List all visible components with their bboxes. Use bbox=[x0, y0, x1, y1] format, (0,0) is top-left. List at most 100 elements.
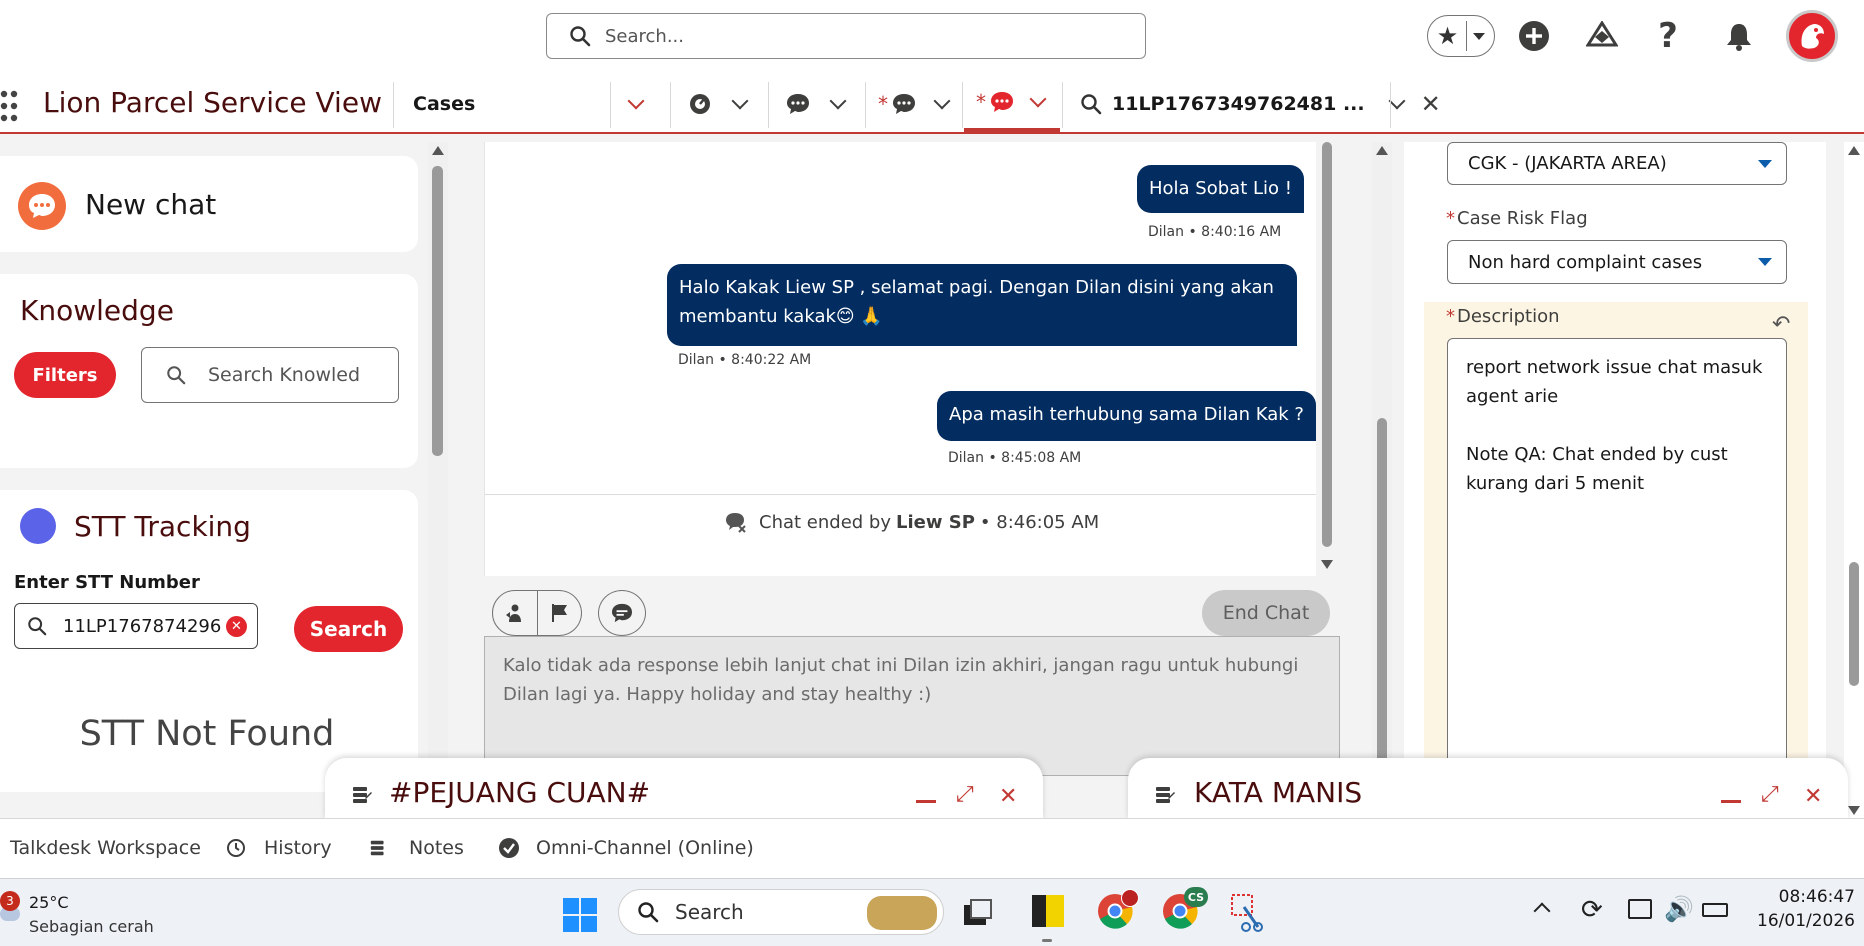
weather-widget[interactable]: 3 25°C Sebagian cerah bbox=[0, 885, 170, 941]
chat-scrollbar[interactable] bbox=[1316, 142, 1338, 576]
stt-tracking-card: STT Tracking Enter STT Number 11LP176787… bbox=[0, 490, 418, 792]
tab-chat-active[interactable]: * bbox=[964, 76, 1060, 132]
clear-input-icon[interactable]: ✕ bbox=[226, 616, 247, 637]
utility-label: Notes bbox=[409, 837, 464, 859]
docked-panel-kata-manis[interactable]: KATA MANIS ⤢ ✕ bbox=[1128, 758, 1848, 820]
knowledge-title: Knowledge bbox=[20, 294, 174, 327]
snipping-tool-app[interactable] bbox=[1230, 893, 1264, 933]
chrome-profile-badge: CS bbox=[1184, 887, 1208, 907]
taskbar-search[interactable]: Search bbox=[618, 889, 944, 935]
tab-cases[interactable]: Cases bbox=[413, 76, 475, 132]
area-select[interactable]: CGK - (JAKARTA AREA) bbox=[1447, 142, 1787, 185]
composer-text: Kalo tidak ada response lebih lanjut cha… bbox=[503, 655, 1299, 705]
app-launcher-icon[interactable] bbox=[0, 90, 18, 122]
docked-panel-title: KATA MANIS bbox=[1194, 776, 1363, 809]
start-button[interactable] bbox=[562, 897, 598, 933]
utility-talkdesk[interactable]: Talkdesk Workspace bbox=[10, 819, 201, 877]
chat-ended-time: • 8:46:05 AM bbox=[979, 511, 1100, 533]
stt-search-button[interactable]: Search bbox=[294, 606, 403, 652]
notes-icon bbox=[1156, 787, 1175, 803]
stt-number-input[interactable]: 11LP1767874296 ✕ bbox=[14, 603, 258, 649]
left-scrollbar[interactable] bbox=[428, 142, 448, 816]
tab-record[interactable]: 11LP1767349762481 ... ✕ bbox=[1080, 76, 1441, 132]
global-search-input[interactable]: Search... bbox=[546, 13, 1146, 59]
chat-message: Halo Kakak Liew SP , selamat pagi. Denga… bbox=[667, 264, 1297, 346]
tab-chat-1[interactable] bbox=[786, 76, 847, 132]
scroll-up-icon[interactable] bbox=[1848, 146, 1860, 155]
filters-button[interactable]: Filters bbox=[14, 352, 116, 398]
tab-chat-2[interactable]: * bbox=[878, 76, 951, 132]
undo-icon[interactable]: ↶ bbox=[1772, 312, 1790, 337]
new-chat-card[interactable]: New chat bbox=[0, 156, 418, 252]
chrome-app[interactable] bbox=[1097, 889, 1139, 929]
tab-dashboard[interactable] bbox=[688, 76, 749, 132]
battery-icon[interactable] bbox=[1702, 903, 1728, 917]
flag-button[interactable] bbox=[538, 590, 582, 636]
chat-toolbar: End Chat bbox=[484, 576, 1338, 638]
tab-cases-label: Cases bbox=[413, 93, 476, 115]
flag-icon bbox=[551, 604, 567, 622]
trailhead-icon bbox=[1586, 21, 1618, 47]
plus-circle-icon bbox=[1519, 21, 1549, 51]
utility-history[interactable]: History bbox=[226, 819, 332, 877]
close-icon[interactable]: ✕ bbox=[999, 784, 1017, 809]
scroll-up-icon[interactable] bbox=[1376, 146, 1388, 155]
app-name: Lion Parcel Service View bbox=[43, 86, 382, 119]
show-hidden-icons[interactable] bbox=[1533, 902, 1551, 920]
tab-cases-menu-button[interactable] bbox=[627, 76, 645, 132]
end-chat-button[interactable]: End Chat bbox=[1202, 590, 1330, 636]
favorites-button[interactable]: ★ bbox=[1427, 15, 1495, 57]
minimize-icon[interactable] bbox=[916, 800, 936, 803]
scroll-down-icon[interactable] bbox=[1848, 806, 1860, 815]
page-scrollbar[interactable] bbox=[1844, 142, 1864, 818]
stt-result-text: STT Not Found bbox=[79, 714, 335, 754]
help-button[interactable]: ? bbox=[1653, 15, 1683, 57]
docked-panel-pejuang-cuan[interactable]: #PEJUANG CUAN# ⤢ ✕ bbox=[325, 758, 1043, 820]
chrome-profile-app[interactable]: CS bbox=[1162, 887, 1208, 929]
description-section: * Description ↶ report network issue chat… bbox=[1424, 302, 1808, 816]
trailhead-button[interactable] bbox=[1585, 15, 1619, 57]
volume-icon[interactable]: 🔊 bbox=[1664, 895, 1694, 923]
expand-icon[interactable]: ⤢ bbox=[956, 782, 974, 807]
close-tab-icon[interactable]: ✕ bbox=[1421, 90, 1441, 118]
description-label: * Description bbox=[1446, 306, 1560, 327]
chat-message-text: Apa masih terhubung sama Dilan Kak ? bbox=[949, 404, 1304, 425]
chat-bubble-icon bbox=[18, 182, 66, 230]
notifications-button[interactable] bbox=[1723, 15, 1755, 57]
minimize-icon[interactable] bbox=[1721, 800, 1741, 803]
message-composer[interactable]: Kalo tidak ada response lebih lanjut cha… bbox=[484, 636, 1340, 776]
global-actions-button[interactable] bbox=[1517, 15, 1551, 57]
clock[interactable]: 08:46:47 16/01/2026 bbox=[1745, 887, 1855, 931]
search-icon bbox=[638, 902, 659, 923]
sync-icon[interactable]: ⟳ bbox=[1581, 895, 1603, 925]
expand-icon[interactable]: ⤢ bbox=[1761, 782, 1779, 807]
chat-scroll-thumb[interactable] bbox=[1322, 142, 1332, 547]
description-textarea[interactable]: report network issue chat masuk agent ar… bbox=[1447, 338, 1787, 816]
windows-icon bbox=[563, 898, 597, 932]
sticky-notes-app[interactable] bbox=[1032, 895, 1064, 942]
chat-icon bbox=[991, 92, 1013, 112]
transfer-button[interactable] bbox=[492, 590, 538, 636]
utility-notes[interactable]: Notes bbox=[369, 819, 464, 877]
avatar[interactable] bbox=[1786, 10, 1838, 62]
task-view-button[interactable] bbox=[964, 899, 994, 927]
utility-omni-channel[interactable]: Omni-Channel (Online) bbox=[498, 819, 754, 877]
center-scrollbar[interactable] bbox=[1372, 142, 1392, 818]
case-risk-flag-select[interactable]: Non hard complaint cases bbox=[1447, 240, 1787, 284]
left-scroll-thumb[interactable] bbox=[432, 166, 443, 456]
tab-record-label: 11LP1767349762481 ... bbox=[1112, 93, 1365, 115]
chevron-down-icon bbox=[1029, 90, 1047, 108]
quick-text-button[interactable] bbox=[598, 590, 646, 636]
description-line: Note QA: Chat ended by cust bbox=[1466, 444, 1728, 465]
chat-ended-notice: Chat ended by Liew SP • 8:46:05 AM bbox=[725, 511, 1099, 533]
chat-transcript: Hola Sobat Lio ! Dilan • 8:40:16 AM Halo… bbox=[484, 142, 1317, 576]
close-icon[interactable]: ✕ bbox=[1804, 784, 1822, 809]
case-risk-flag-value: Non hard complaint cases bbox=[1468, 251, 1703, 273]
global-header: Search... ★ ? bbox=[0, 0, 1864, 76]
network-icon[interactable] bbox=[1628, 899, 1652, 919]
scroll-up-icon[interactable] bbox=[432, 146, 444, 155]
scroll-down-icon[interactable] bbox=[1321, 560, 1333, 569]
lion-logo-icon bbox=[1801, 24, 1824, 49]
page-scroll-thumb[interactable] bbox=[1849, 562, 1859, 686]
knowledge-search-input[interactable]: Search Knowled bbox=[141, 347, 399, 403]
